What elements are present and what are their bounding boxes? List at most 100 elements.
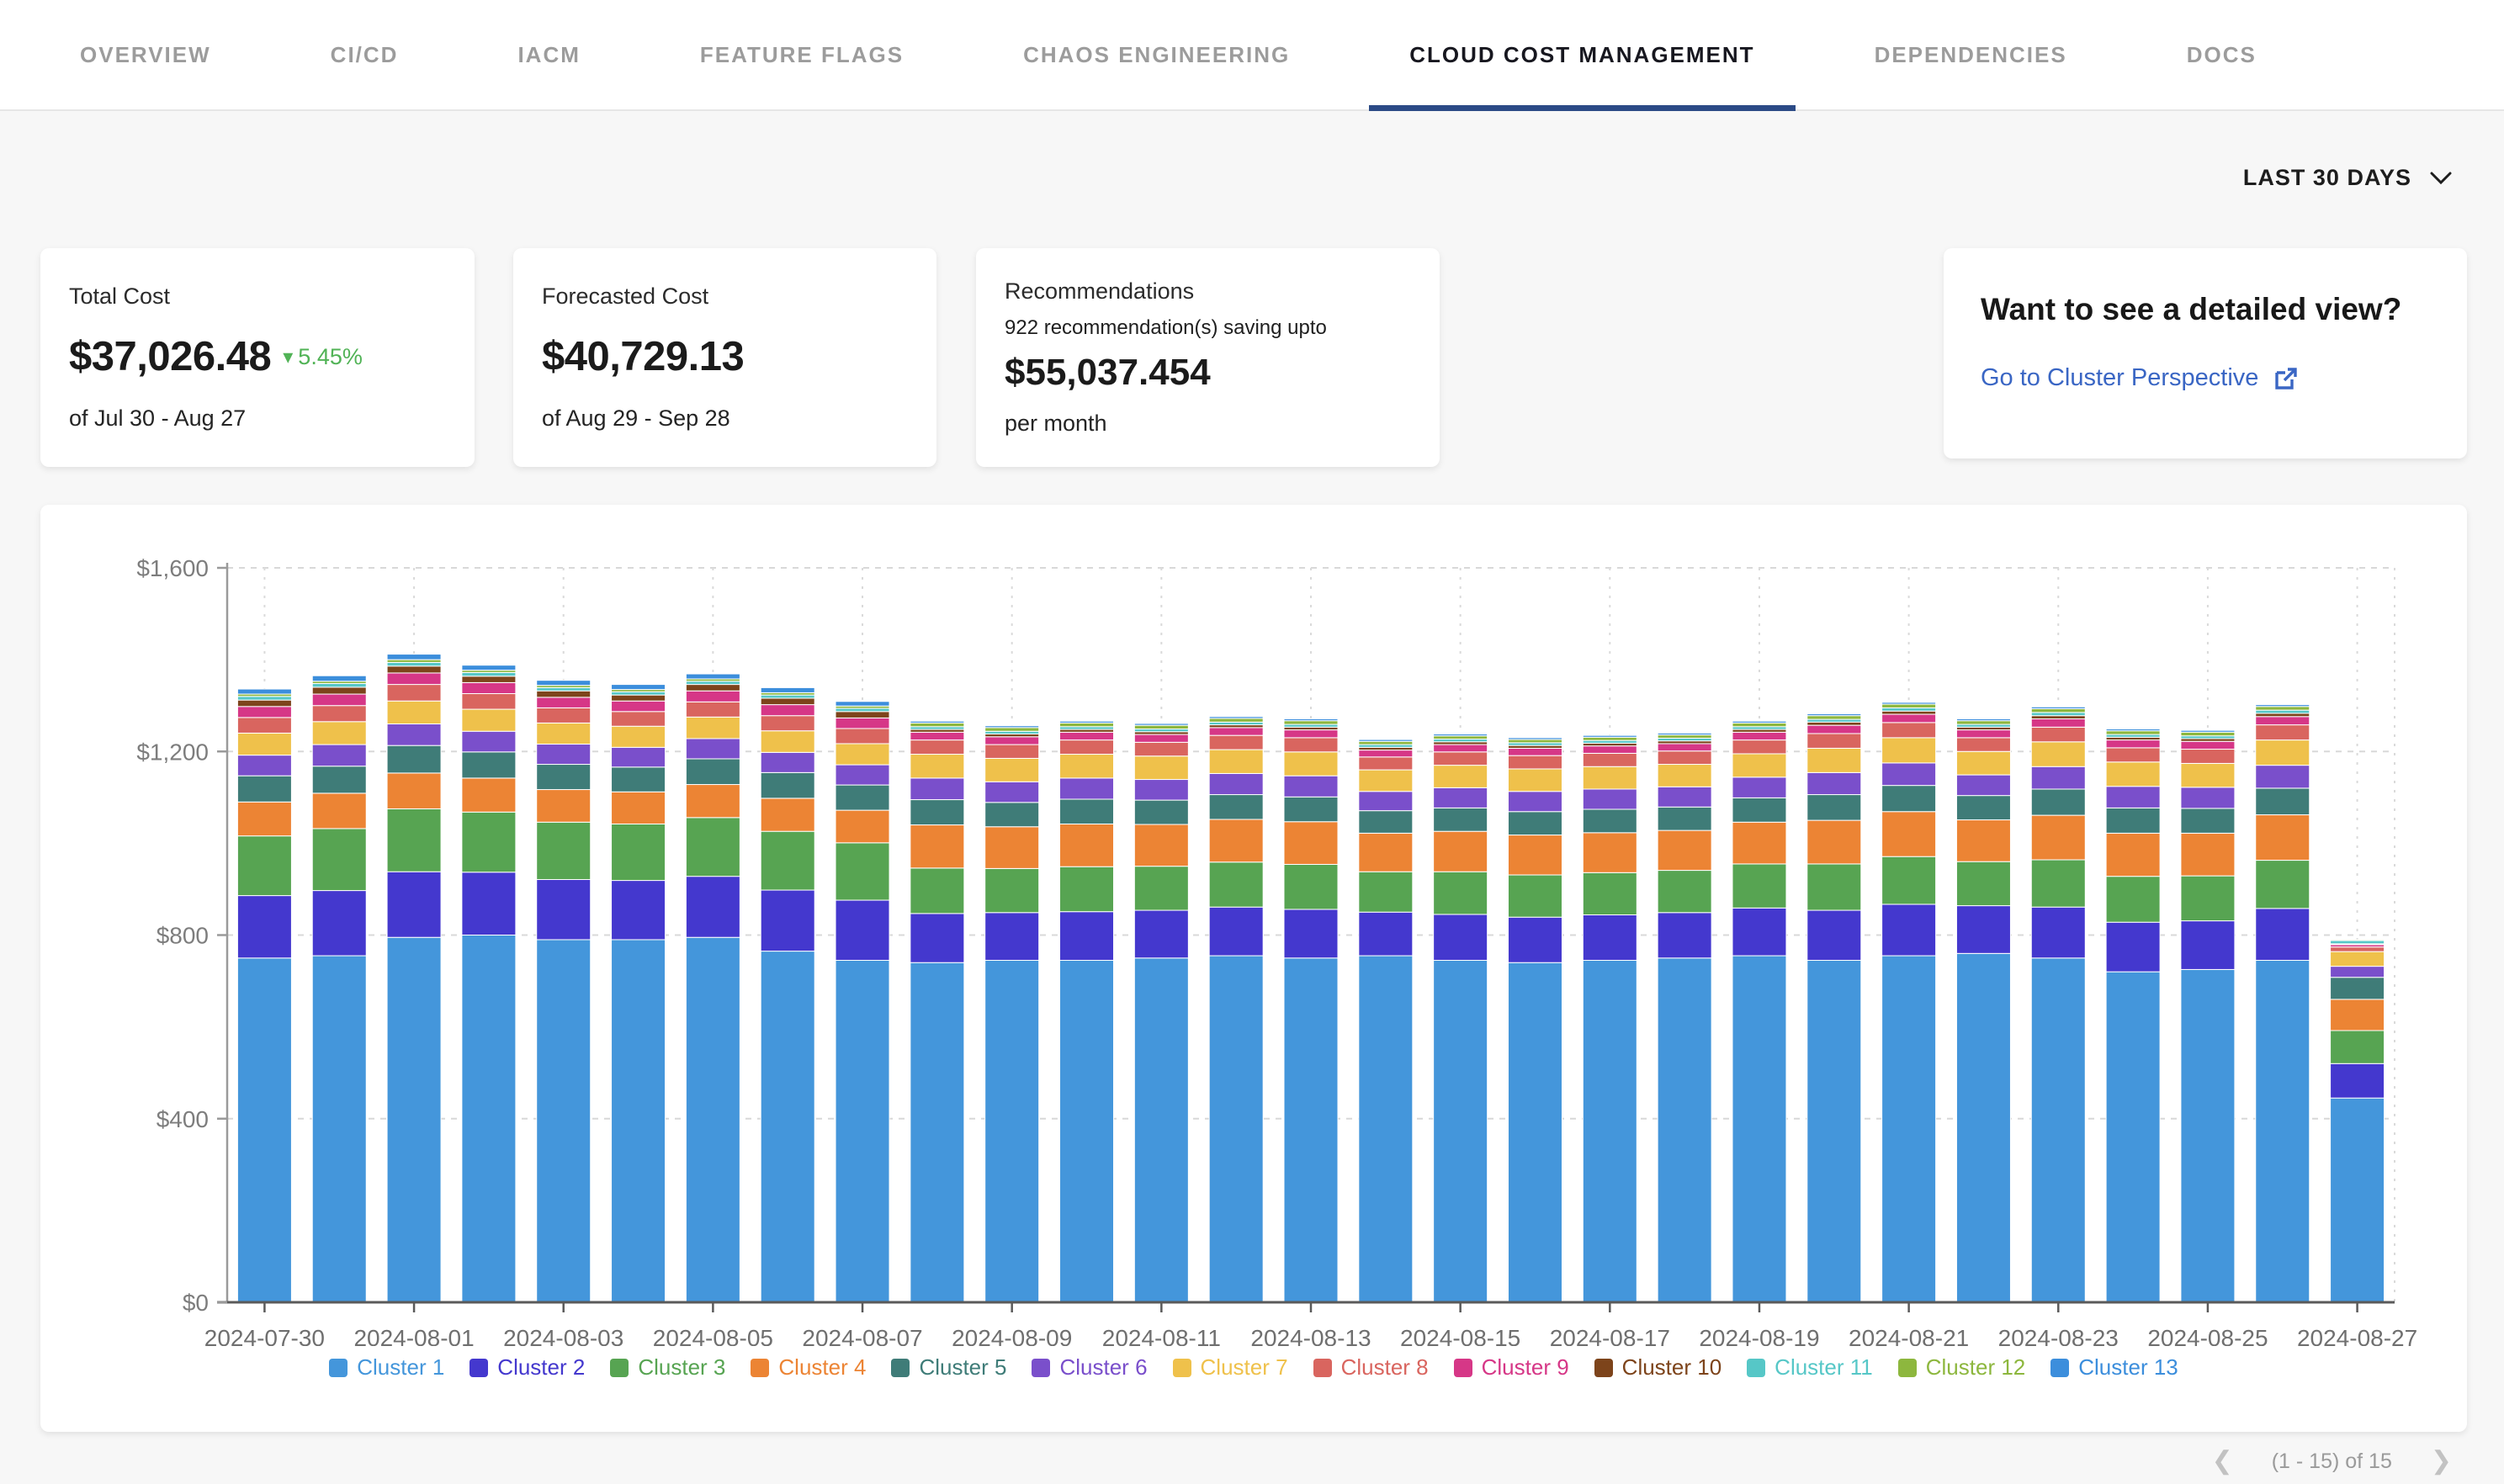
bar-segment-cluster-11[interactable] xyxy=(686,681,740,685)
bar-segment-cluster-5[interactable] xyxy=(612,767,666,792)
bar-segment-cluster-9[interactable] xyxy=(1134,734,1188,742)
legend-item-cluster-12[interactable]: Cluster 12 xyxy=(1898,1354,2026,1381)
bar-segment-cluster-13[interactable] xyxy=(1284,719,1338,721)
bar-segment-cluster-6[interactable] xyxy=(387,724,441,746)
bar-segment-cluster-9[interactable] xyxy=(387,673,441,685)
bar-segment-cluster-12[interactable] xyxy=(2256,707,2310,710)
bar-segment-cluster-6[interactable] xyxy=(2331,967,2385,978)
bar-segment-cluster-6[interactable] xyxy=(2031,766,2085,789)
bar-2024-08-16[interactable] xyxy=(1508,738,1562,1302)
bar-segment-cluster-7[interactable] xyxy=(985,758,1039,782)
legend-item-cluster-9[interactable]: Cluster 9 xyxy=(1454,1354,1569,1381)
bar-segment-cluster-1[interactable] xyxy=(2256,961,2310,1302)
bar-segment-cluster-6[interactable] xyxy=(462,731,516,752)
bar-segment-cluster-8[interactable] xyxy=(985,745,1039,758)
bar-segment-cluster-13[interactable] xyxy=(1434,734,1488,736)
bar-segment-cluster-5[interactable] xyxy=(761,772,814,798)
bar-segment-cluster-3[interactable] xyxy=(1284,864,1338,909)
bar-segment-cluster-7[interactable] xyxy=(1060,755,1114,778)
bar-segment-cluster-6[interactable] xyxy=(2181,787,2235,808)
bar-segment-cluster-2[interactable] xyxy=(2331,1063,2385,1098)
bar-segment-cluster-4[interactable] xyxy=(836,810,889,843)
bar-segment-cluster-4[interactable] xyxy=(2256,815,2310,861)
bar-segment-cluster-2[interactable] xyxy=(1583,914,1637,960)
bar-segment-cluster-3[interactable] xyxy=(1134,867,1188,910)
bar-segment-cluster-13[interactable] xyxy=(2181,730,2235,732)
bar-segment-cluster-6[interactable] xyxy=(1882,763,1936,786)
bar-segment-cluster-13[interactable] xyxy=(1359,739,1413,741)
bar-segment-cluster-3[interactable] xyxy=(537,822,591,879)
bar-segment-cluster-3[interactable] xyxy=(1209,862,1263,907)
legend-item-cluster-4[interactable]: Cluster 4 xyxy=(751,1354,866,1381)
bar-segment-cluster-8[interactable] xyxy=(387,685,441,702)
tab-dependencies[interactable]: DEPENDENCIES xyxy=(1875,0,2067,109)
bar-segment-cluster-4[interactable] xyxy=(462,778,516,812)
bar-segment-cluster-5[interactable] xyxy=(312,766,366,793)
bar-segment-cluster-3[interactable] xyxy=(387,808,441,872)
bar-2024-08-20[interactable] xyxy=(1807,714,1861,1302)
bar-segment-cluster-1[interactable] xyxy=(2106,972,2160,1302)
bar-segment-cluster-2[interactable] xyxy=(237,896,291,958)
bar-segment-cluster-4[interactable] xyxy=(387,773,441,809)
bar-segment-cluster-9[interactable] xyxy=(312,694,366,706)
bar-segment-cluster-7[interactable] xyxy=(537,723,591,744)
bar-segment-cluster-3[interactable] xyxy=(1359,872,1413,912)
bar-segment-cluster-3[interactable] xyxy=(1658,871,1711,913)
bar-segment-cluster-7[interactable] xyxy=(836,744,889,765)
bar-segment-cluster-1[interactable] xyxy=(312,956,366,1302)
bar-segment-cluster-10[interactable] xyxy=(237,700,291,707)
bar-segment-cluster-1[interactable] xyxy=(2031,958,2085,1302)
bar-segment-cluster-12[interactable] xyxy=(2106,731,2160,734)
bar-segment-cluster-13[interactable] xyxy=(2031,707,2085,708)
bar-segment-cluster-2[interactable] xyxy=(462,872,516,935)
bar-2024-07-31[interactable] xyxy=(312,676,366,1302)
bar-segment-cluster-9[interactable] xyxy=(1508,748,1562,755)
bar-segment-cluster-7[interactable] xyxy=(1658,765,1711,787)
bar-segment-cluster-5[interactable] xyxy=(836,785,889,810)
bar-2024-08-23[interactable] xyxy=(2031,707,2085,1302)
bar-segment-cluster-2[interactable] xyxy=(1882,904,1936,956)
bar-segment-cluster-2[interactable] xyxy=(836,900,889,960)
bar-segment-cluster-5[interactable] xyxy=(2181,808,2235,833)
bar-segment-cluster-1[interactable] xyxy=(1284,958,1338,1302)
bar-segment-cluster-11[interactable] xyxy=(2256,710,2310,713)
bar-segment-cluster-8[interactable] xyxy=(1284,738,1338,752)
bar-segment-cluster-6[interactable] xyxy=(1807,772,1861,794)
bar-segment-cluster-11[interactable] xyxy=(2331,941,2385,944)
bar-segment-cluster-1[interactable] xyxy=(237,958,291,1302)
bar-segment-cluster-9[interactable] xyxy=(1956,730,2010,738)
bar-segment-cluster-4[interactable] xyxy=(612,792,666,824)
bar-segment-cluster-3[interactable] xyxy=(910,868,964,914)
bar-segment-cluster-2[interactable] xyxy=(761,890,814,951)
bar-segment-cluster-8[interactable] xyxy=(2331,947,2385,951)
bar-segment-cluster-9[interactable] xyxy=(1732,732,1786,739)
bar-segment-cluster-5[interactable] xyxy=(1583,809,1637,833)
bar-segment-cluster-4[interactable] xyxy=(910,825,964,868)
bar-segment-cluster-1[interactable] xyxy=(1956,953,2010,1302)
bar-segment-cluster-13[interactable] xyxy=(1956,719,2010,721)
bar-segment-cluster-5[interactable] xyxy=(686,759,740,785)
bar-segment-cluster-8[interactable] xyxy=(1134,742,1188,755)
bar-segment-cluster-13[interactable] xyxy=(1209,717,1263,718)
bar-segment-cluster-8[interactable] xyxy=(1434,752,1488,766)
bar-segment-cluster-7[interactable] xyxy=(1807,748,1861,772)
bar-segment-cluster-9[interactable] xyxy=(985,737,1039,745)
bar-segment-cluster-11[interactable] xyxy=(462,672,516,676)
bar-segment-cluster-2[interactable] xyxy=(1284,909,1338,958)
bar-2024-08-13[interactable] xyxy=(1284,719,1338,1302)
bar-segment-cluster-3[interactable] xyxy=(761,831,814,890)
bar-segment-cluster-6[interactable] xyxy=(312,745,366,766)
bar-segment-cluster-6[interactable] xyxy=(1359,792,1413,811)
bar-segment-cluster-9[interactable] xyxy=(1583,746,1637,754)
bar-segment-cluster-8[interactable] xyxy=(761,716,814,731)
bar-2024-08-12[interactable] xyxy=(1209,717,1263,1302)
bar-segment-cluster-2[interactable] xyxy=(2181,921,2235,970)
legend-item-cluster-3[interactable]: Cluster 3 xyxy=(610,1354,725,1381)
bar-segment-cluster-3[interactable] xyxy=(985,868,1039,912)
bar-segment-cluster-4[interactable] xyxy=(1807,820,1861,864)
bar-segment-cluster-6[interactable] xyxy=(1732,777,1786,798)
bar-segment-cluster-3[interactable] xyxy=(1956,861,2010,905)
bar-segment-cluster-10[interactable] xyxy=(2256,713,2310,717)
bar-segment-cluster-3[interactable] xyxy=(1732,864,1786,908)
bar-segment-cluster-4[interactable] xyxy=(1284,822,1338,865)
